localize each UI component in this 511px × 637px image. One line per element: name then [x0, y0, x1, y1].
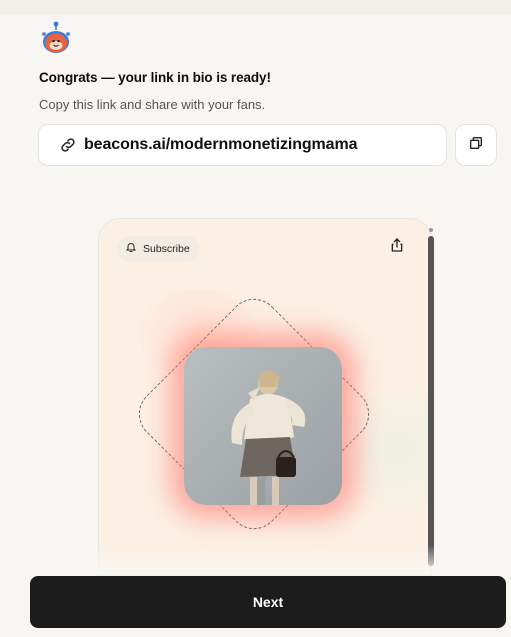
preview-scrollbar[interactable]: [428, 236, 434, 566]
bell-icon: [125, 240, 137, 258]
share-icon: [389, 237, 405, 258]
beacons-logo-icon: [38, 20, 78, 60]
link-url: beacons.ai/modernmonetizingmama: [84, 136, 358, 153]
onboarding-page: Congrats — your link in bio is ready! Co…: [0, 0, 511, 637]
copy-icon: [468, 135, 484, 156]
page-subtitle: Copy this link and share with your fans.: [39, 97, 266, 112]
share-button[interactable]: [385, 235, 409, 259]
profile-preview-card: Subscribe: [98, 218, 432, 578]
subscribe-button[interactable]: Subscribe: [117, 236, 200, 262]
link-field[interactable]: beacons.ai/modernmonetizingmama: [38, 124, 447, 166]
page-title: Congrats — your link in bio is ready!: [39, 70, 271, 85]
next-button[interactable]: Next: [30, 576, 506, 628]
profile-photo: [184, 347, 342, 505]
copy-link-button[interactable]: [455, 124, 497, 166]
top-band: [0, 0, 511, 14]
scrollbar-arrow[interactable]: [429, 228, 433, 232]
next-button-label: Next: [252, 594, 284, 610]
link-icon: [59, 136, 77, 154]
bottom-fade: [0, 545, 511, 575]
profile-preview: Subscribe: [98, 218, 438, 578]
subscribe-label: Subscribe: [143, 243, 190, 255]
